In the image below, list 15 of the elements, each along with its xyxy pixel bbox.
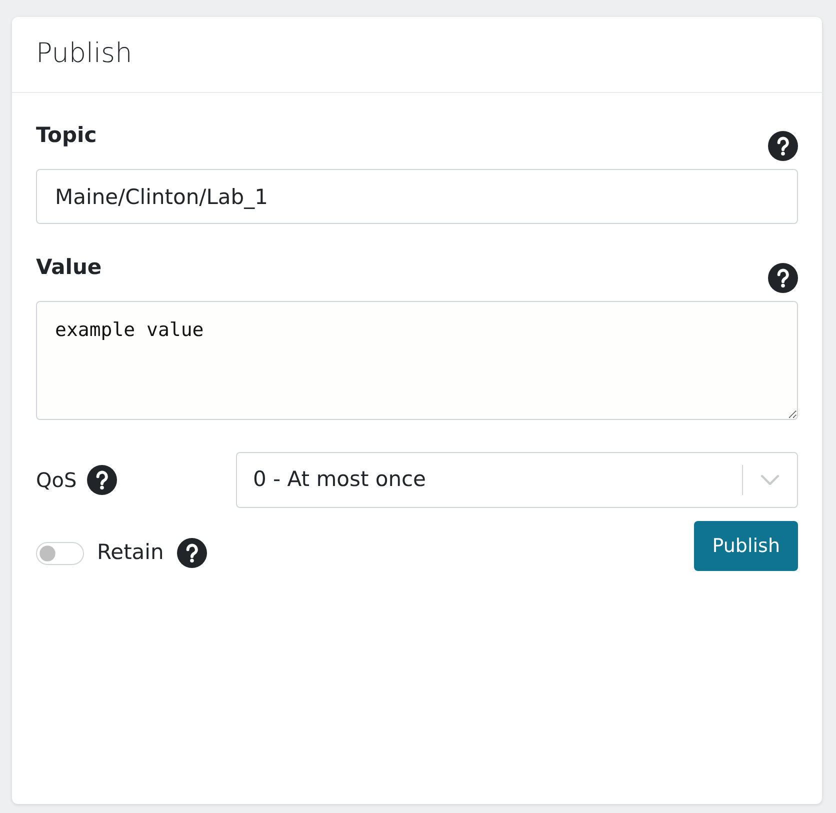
publish-button[interactable]: Publish <box>694 521 798 571</box>
topic-label: Topic <box>36 122 97 149</box>
retain-toggle[interactable] <box>36 542 84 564</box>
help-icon[interactable] <box>768 263 798 293</box>
retain-label: Retain <box>97 540 164 566</box>
value-label: Value <box>36 254 102 281</box>
value-textarea[interactable]: example value <box>36 301 798 420</box>
chevron-down-icon <box>761 475 779 485</box>
help-icon[interactable] <box>768 131 798 161</box>
help-icon[interactable] <box>176 538 207 568</box>
qos-select[interactable]: 0 - At most once <box>236 452 798 508</box>
help-icon[interactable] <box>86 465 117 495</box>
topic-input[interactable]: Maine/Clinton/Lab_1 <box>36 169 798 224</box>
qos-label: QoS <box>36 468 77 492</box>
card-title: Publish <box>36 38 132 71</box>
